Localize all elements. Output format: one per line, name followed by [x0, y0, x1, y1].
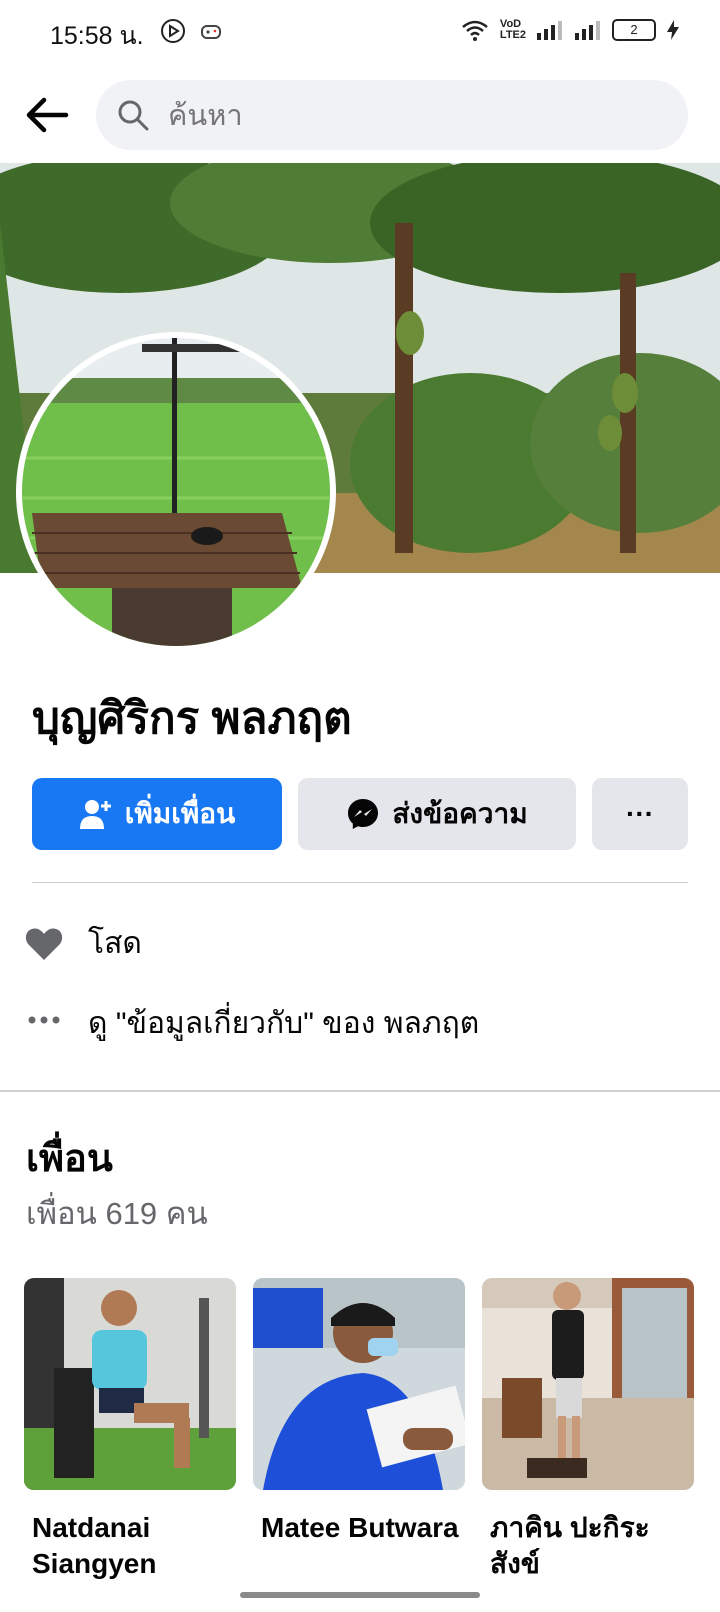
- volte-indicator: VoD LTE2: [499, 18, 526, 41]
- back-arrow-icon: [26, 97, 69, 133]
- more-options-button[interactable]: ···: [592, 778, 688, 850]
- messenger-icon: [348, 799, 379, 829]
- battery-indicator: 2: [612, 19, 656, 41]
- friend-card[interactable]: Natdanai Siangyen: [24, 1278, 236, 1582]
- profile-picture[interactable]: [16, 332, 336, 652]
- status-bar: 15:58 น. VoD LTE2 2: [0, 0, 720, 66]
- friend-name[interactable]: Matee Butwara: [253, 1510, 465, 1546]
- relationship-label: โสด: [88, 927, 142, 960]
- heart-icon: [25, 928, 63, 960]
- search-box[interactable]: [96, 80, 688, 150]
- divider: [32, 882, 688, 883]
- friends-count: เพื่อน 619 คน: [26, 1196, 208, 1231]
- about-link[interactable]: ดู "ข้อมูลเกี่ยวกับ" ของ พลภฤต: [24, 1000, 479, 1047]
- section-divider: [0, 1090, 720, 1092]
- back-button[interactable]: [22, 90, 72, 140]
- signal-icon-2: [575, 21, 600, 40]
- top-nav: [0, 72, 720, 162]
- wifi-icon: [462, 20, 488, 41]
- add-friend-label: เพิ่มเพื่อน: [124, 798, 236, 829]
- friend-photo[interactable]: [482, 1278, 694, 1490]
- add-friend-icon: [79, 800, 111, 829]
- more-options-label: ···: [626, 798, 654, 829]
- avatar: [22, 338, 330, 646]
- friend-card[interactable]: Matee Butwara: [253, 1278, 465, 1546]
- friend-name[interactable]: Natdanai Siangyen: [24, 1510, 236, 1582]
- add-friend-button[interactable]: เพิ่มเพื่อน: [32, 778, 282, 850]
- media-play-icon: [161, 19, 185, 43]
- friend-photo[interactable]: [24, 1278, 236, 1490]
- signal-icon: [537, 21, 562, 40]
- friend-photo[interactable]: [253, 1278, 465, 1490]
- profile-actions: เพิ่มเพื่อน ส่งข้อความ ···: [32, 778, 688, 850]
- status-time: 15:58 น.: [50, 22, 144, 50]
- friend-name[interactable]: ภาคิน ปะกิระสังข์: [482, 1510, 694, 1582]
- relationship-status: โสด: [24, 920, 142, 967]
- about-link-label: ดู "ข้อมูลเกี่ยวกับ" ของ พลภฤต: [88, 1007, 480, 1040]
- message-label: ส่งข้อความ: [392, 798, 528, 829]
- message-button[interactable]: ส่งข้อความ: [298, 778, 576, 850]
- profile-name: บุญศิริกร พลภฤต: [32, 694, 352, 743]
- friend-card[interactable]: ภาคิน ปะกิระสังข์: [482, 1278, 694, 1582]
- more-dots-icon: [28, 1016, 60, 1023]
- friends-heading[interactable]: เพื่อน: [26, 1127, 113, 1188]
- search-input[interactable]: [166, 90, 650, 142]
- home-indicator[interactable]: [240, 1592, 480, 1598]
- game-controller-icon: [201, 25, 221, 39]
- charging-icon: [667, 20, 679, 40]
- search-icon: [118, 100, 149, 131]
